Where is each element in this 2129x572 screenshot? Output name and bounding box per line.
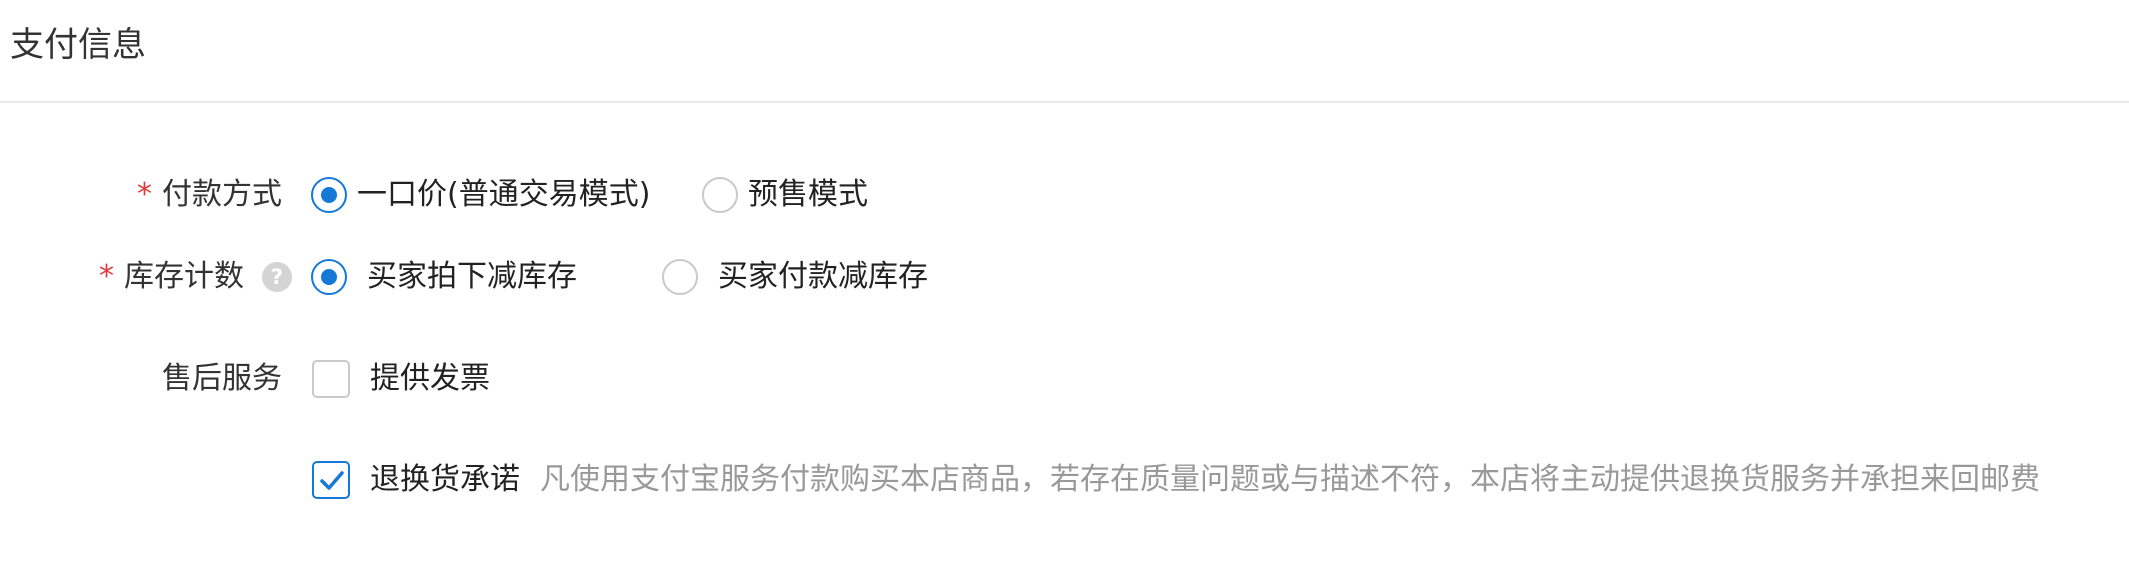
radio-presale[interactable]: 预售模式 xyxy=(702,170,868,220)
after-sales-label: 售后服务 xyxy=(162,354,282,404)
radio-presale-label: 预售模式 xyxy=(748,177,868,212)
section-title: 支付信息 xyxy=(10,25,146,65)
inventory-count-row: * 库存计数 ? 买家拍下减库存 买家付款减库存 xyxy=(0,252,2129,302)
radio-stock-on-payment-label: 买家付款减库存 xyxy=(718,259,928,294)
checkmark-icon xyxy=(320,471,344,490)
checkbox-invoice[interactable]: 提供发票 xyxy=(312,354,490,404)
checkbox-return-promise-control[interactable] xyxy=(312,461,350,499)
radio-stock-on-payment-control[interactable] xyxy=(662,259,698,295)
after-sales-row: 售后服务 提供发票 xyxy=(0,354,2129,404)
payment-method-label: * 付款方式 xyxy=(137,170,282,220)
radio-stock-on-order-control[interactable] xyxy=(311,259,347,295)
payment-method-label-text: 付款方式 xyxy=(162,177,282,212)
inventory-count-label: * 库存计数 ? xyxy=(99,252,292,302)
return-promise-description: 凡使用支付宝服务付款购买本店商品，若存在质量问题或与描述不符，本店将主动提供退换… xyxy=(540,462,2040,497)
radio-presale-control[interactable] xyxy=(702,177,738,213)
radio-fixed-price[interactable]: 一口价(普通交易模式) xyxy=(311,170,650,220)
radio-stock-on-order-label: 买家拍下减库存 xyxy=(367,259,577,294)
help-icon[interactable]: ? xyxy=(262,262,292,292)
checkbox-return-promise-label: 退换货承诺 xyxy=(370,462,520,497)
return-promise-row: 退换货承诺 凡使用支付宝服务付款购买本店商品，若存在质量问题或与描述不符，本店将… xyxy=(0,455,2129,505)
after-sales-label-text: 售后服务 xyxy=(162,361,282,396)
payment-method-row: * 付款方式 一口价(普通交易模式) 预售模式 xyxy=(0,170,2129,220)
radio-stock-on-payment[interactable]: 买家付款减库存 xyxy=(662,252,928,302)
radio-stock-on-order[interactable]: 买家拍下减库存 xyxy=(311,252,577,302)
required-mark: * xyxy=(137,177,152,212)
divider xyxy=(0,101,2129,103)
radio-fixed-price-control[interactable] xyxy=(311,177,347,213)
checkbox-invoice-control[interactable] xyxy=(312,360,350,398)
checkbox-return-promise[interactable]: 退换货承诺 凡使用支付宝服务付款购买本店商品，若存在质量问题或与描述不符，本店将… xyxy=(312,455,2040,505)
radio-fixed-price-label: 一口价(普通交易模式) xyxy=(357,177,651,212)
required-mark: * xyxy=(99,259,114,294)
inventory-count-label-text: 库存计数 xyxy=(124,259,244,294)
checkbox-invoice-label: 提供发票 xyxy=(370,361,490,396)
